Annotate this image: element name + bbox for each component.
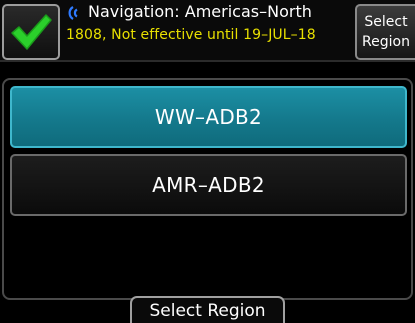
confirm-button[interactable] xyxy=(2,4,60,60)
region-list: WW–ADB2 AMR–ADB2 xyxy=(2,78,413,300)
select-region-button[interactable]: Select Region xyxy=(355,4,415,60)
region-item-amr-adb2[interactable]: AMR–ADB2 xyxy=(10,154,407,216)
select-region-label-line1: Select xyxy=(364,14,408,30)
status-bar: Navigation: Americas–North 1808, Not eff… xyxy=(0,0,415,62)
database-status: 1808, Not effective until 19–JUL–18 xyxy=(66,27,316,43)
page-title-tab: Select Region xyxy=(130,296,285,323)
database-title: Navigation: Americas–North xyxy=(88,2,312,21)
select-region-label-line2: Region xyxy=(362,34,410,50)
region-item-ww-adb2[interactable]: WW–ADB2 xyxy=(10,86,407,148)
signal-icon xyxy=(68,6,78,20)
screen: Navigation: Americas–North 1808, Not eff… xyxy=(0,0,415,323)
check-icon xyxy=(11,14,52,50)
